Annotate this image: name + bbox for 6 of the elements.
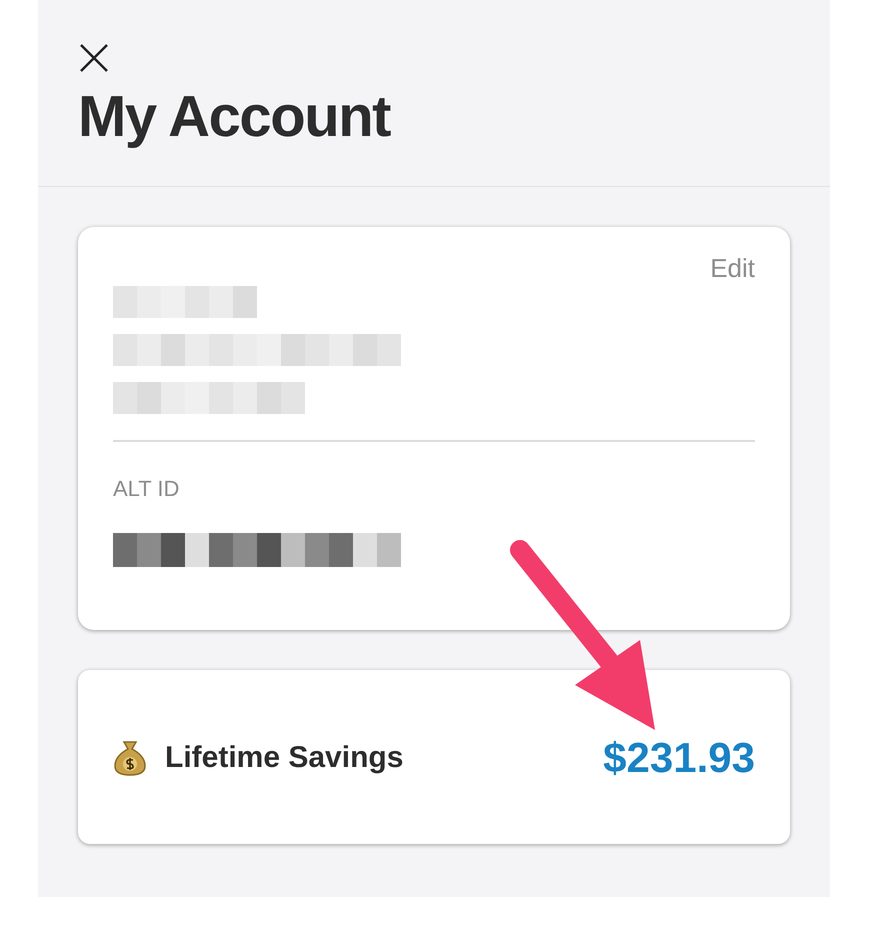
edit-button[interactable]: Edit xyxy=(710,249,755,288)
page-title: My Account xyxy=(78,88,392,146)
savings-amount: $231.93 xyxy=(603,732,755,782)
close-icon[interactable] xyxy=(78,42,110,74)
savings-label: Lifetime Savings xyxy=(165,740,404,776)
field-label: ALT ID xyxy=(113,475,180,503)
